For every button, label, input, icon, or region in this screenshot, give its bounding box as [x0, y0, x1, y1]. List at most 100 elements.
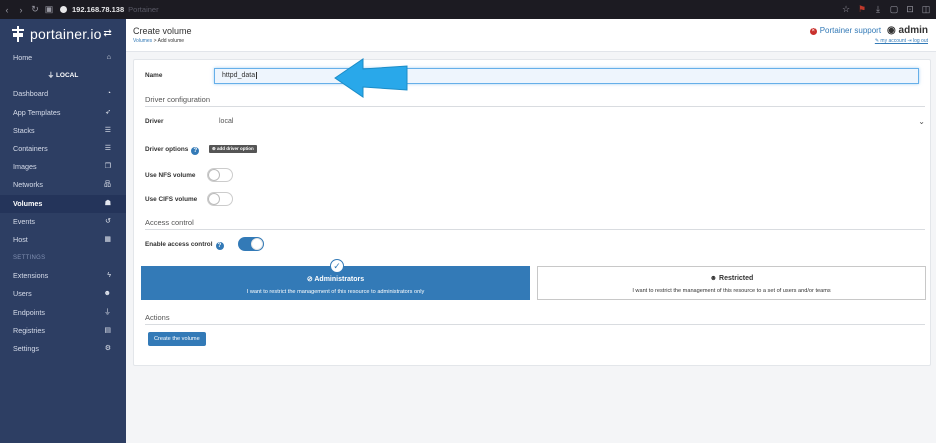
logo-text: portainer.io — [30, 26, 102, 42]
screenshot-icon[interactable]: ⊡ — [904, 3, 916, 15]
administrators-title: ⊘ Administrators — [306, 276, 365, 283]
sign-out-icon: ⇥ — [907, 38, 912, 44]
user-name: ◉ admin — [887, 25, 928, 36]
plus-circle-icon: ⊕ — [212, 146, 216, 151]
name-label: Name — [145, 72, 163, 79]
back-icon[interactable]: ‹ — [0, 4, 14, 16]
toggle-knob — [208, 193, 220, 205]
sidebar-item-label: Events — [13, 216, 35, 226]
browser-toolbar: ‹ › ↻ ▣ 192.168.78.138 Portainer ☆ ⚑ ⤓ ▢… — [0, 0, 936, 19]
sidebar-item-label: Volumes — [13, 198, 43, 208]
clone-icon: ❐ — [104, 163, 111, 171]
my-account-link[interactable]: my account — [880, 38, 906, 44]
driver-select[interactable]: local ⌄ — [214, 114, 927, 129]
sidebar-toggle-icon[interactable]: ◫ — [920, 3, 932, 15]
page-title: Create volume — [133, 26, 192, 36]
sidebar-item-stacks[interactable]: Stacks ☰ — [0, 122, 126, 140]
cubes-icon: ☗ — [104, 199, 111, 207]
log-out-link[interactable]: log out — [913, 38, 928, 44]
user-slash-icon: ⊘ — [306, 276, 313, 283]
portainer-logo[interactable]: portainer.io ⇄ — [0, 19, 126, 49]
account-links: ✎ my account ⇥ log out — [810, 38, 928, 44]
rocket-icon: ➶ — [105, 108, 111, 116]
sidebar-item-label: Home — [13, 53, 33, 62]
restricted-option[interactable]: ☻ Restricted I want to restrict the mana… — [537, 266, 926, 300]
tab-title: Portainer — [128, 5, 159, 14]
sidebar-item-settings[interactable]: Settings ⚙ — [0, 340, 126, 358]
sidebar-settings-heading: SETTINGS — [13, 255, 46, 262]
breadcrumb-volumes-link[interactable]: Volumes — [133, 38, 152, 44]
sidebar-item-events[interactable]: Events ↺ — [0, 213, 126, 231]
download-icon[interactable]: ⤓ — [872, 3, 884, 15]
checkmark-icon: ✓ — [330, 259, 344, 273]
user-circle-icon: ◉ — [887, 25, 896, 36]
breadcrumb: Volumes > Add volume — [133, 38, 184, 44]
sidebar-item-label: Dashboard — [13, 89, 49, 99]
sidebar-item-app-templates[interactable]: App Templates ➶ — [0, 104, 126, 122]
address-bar[interactable]: 192.168.78.138 Portainer — [60, 5, 159, 14]
sidebar-item-label: Images — [13, 162, 37, 172]
annotation-arrow-icon — [334, 58, 408, 98]
sidebar-item-home[interactable]: Home ⌂ — [0, 49, 126, 67]
sidebar-item-images[interactable]: Images ❐ — [0, 158, 126, 176]
sidebar-item-label: Users — [13, 289, 32, 299]
create-volume-panel: Name httpd_data Driver configuration Dri… — [133, 59, 931, 366]
sidebar-item-label: App Templates — [13, 107, 61, 117]
sidebar-item-label: Host — [13, 234, 28, 244]
server-icon: ☰ — [104, 144, 111, 152]
sidebar-item-label: Endpoints — [13, 307, 45, 317]
name-input[interactable]: httpd_data — [214, 68, 919, 84]
sidebar-item-networks[interactable]: Networks 品 — [0, 176, 126, 194]
sidebar-item-label: Settings — [13, 344, 39, 353]
reload-icon[interactable]: ↻ — [28, 4, 42, 16]
sidebar-item-label: Registries — [13, 325, 45, 335]
breadcrumb-current: Add volume — [157, 38, 185, 44]
cogs-icon: ⚙ — [104, 345, 111, 352]
access-control-heading: Access control — [145, 218, 925, 230]
sitemap-icon: 品 — [104, 181, 111, 189]
history-icon: ↺ — [105, 217, 111, 225]
shield-icon[interactable]: ▣ — [42, 4, 56, 16]
close-circle-icon: × — [809, 28, 817, 35]
sidebar-item-containers[interactable]: Containers ☰ — [0, 140, 126, 158]
driver-config-heading: Driver configuration — [145, 95, 925, 107]
access-control-toggle[interactable] — [238, 237, 264, 251]
sidebar-endpoint-local: ⏚ LOCAL — [0, 67, 126, 85]
restricted-title: ☻ Restricted — [709, 275, 754, 282]
create-volume-button[interactable]: Create the volume — [148, 332, 206, 346]
driver-select-value: local — [219, 118, 234, 125]
sidebar-item-endpoints[interactable]: Endpoints ⏚ — [0, 304, 126, 322]
portainer-support-link[interactable]: × Portainer support — [809, 26, 881, 35]
nfs-toggle[interactable] — [207, 168, 233, 182]
container-icon[interactable]: ▢ — [888, 3, 900, 15]
restricted-desc: I want to restrict the management of thi… — [632, 288, 831, 294]
bookmark-star-icon[interactable]: ☆ — [840, 3, 852, 15]
help-icon[interactable]: ? — [191, 147, 200, 155]
cifs-label: Use CIFS volume — [145, 196, 198, 203]
forward-icon[interactable]: › — [14, 4, 28, 16]
sidebar-item-registries[interactable]: Registries ▤ — [0, 322, 126, 340]
toggle-knob — [251, 238, 263, 250]
cifs-toggle[interactable] — [207, 192, 233, 206]
sidebar-toggle-icon[interactable]: ⇄ — [103, 28, 112, 39]
nfs-label: Use NFS volume — [145, 172, 196, 179]
sidebar-item-volumes[interactable]: Volumes ☗ — [0, 194, 126, 213]
add-driver-option-button[interactable]: ⊕ add driver option — [209, 145, 257, 153]
site-info-icon[interactable] — [60, 6, 67, 13]
plug-icon: ⏚ — [47, 72, 55, 80]
users-icon: ☻ — [103, 290, 111, 298]
list-icon: ☰ — [104, 126, 111, 134]
driver-options-label: Driver options? — [145, 146, 200, 155]
sidebar-item-label: Extensions — [13, 271, 49, 281]
sidebar-item-extensions[interactable]: Extensions ϟ — [0, 267, 126, 285]
bolt-icon: ϟ — [107, 272, 111, 280]
sidebar: portainer.io ⇄ Home ⌂ ⏚ LOCAL Dashboard ◔ App… — [0, 19, 126, 443]
sidebar-item-host[interactable]: Host ▦ — [0, 231, 126, 249]
extension-flag-icon[interactable]: ⚑ — [856, 3, 868, 15]
dashboard-icon: ◔ — [106, 90, 111, 98]
toggle-knob — [208, 169, 220, 181]
endpoint-label: LOCAL — [55, 72, 79, 80]
sidebar-item-dashboard[interactable]: Dashboard ◔ — [0, 85, 126, 103]
sidebar-item-users[interactable]: Users ☻ — [0, 285, 126, 303]
help-icon[interactable]: ? — [215, 242, 224, 250]
